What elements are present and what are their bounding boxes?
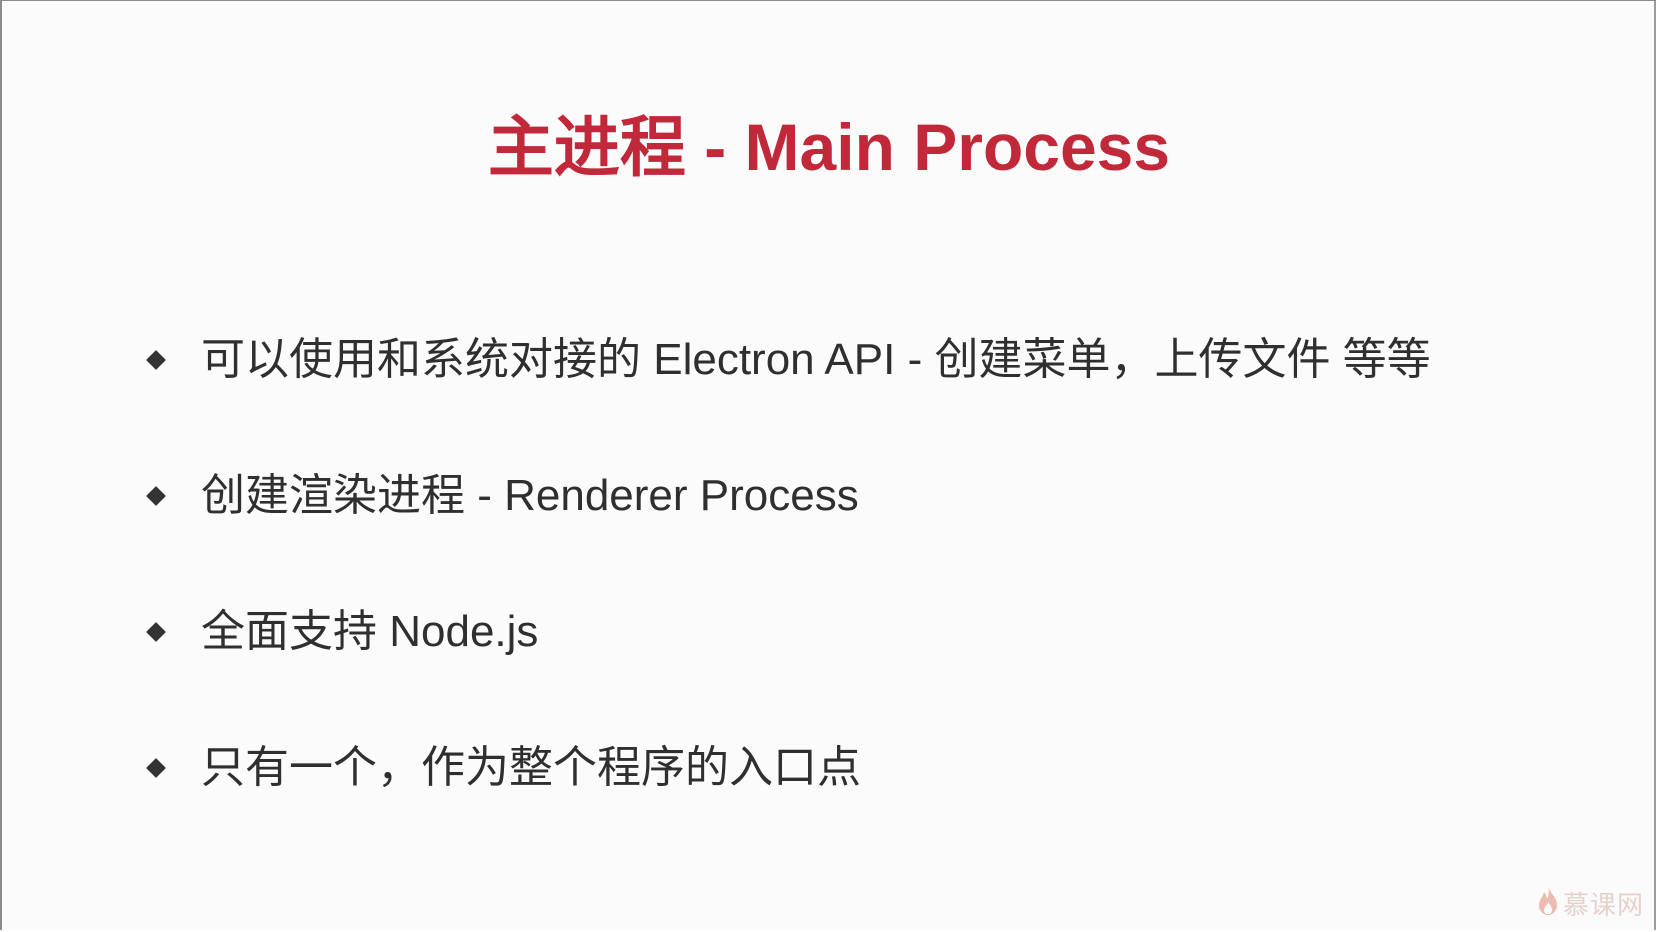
bullet-item: 全面支持 Node.js bbox=[142, 595, 1582, 731]
watermark-text: 慕课网 bbox=[1562, 891, 1644, 921]
bullet-text: 全面支持 Node.js bbox=[201, 607, 539, 656]
bullet-item: 创建渲染进程 - Renderer Process bbox=[142, 459, 1582, 595]
slide: 主进程 - Main Process 可以使用和系统对接的 Electron A… bbox=[0, 0, 1656, 930]
diamond-bullet-icon bbox=[146, 350, 166, 370]
bullet-text: 创建渲染进程 - Renderer Process bbox=[201, 471, 859, 520]
slide-title: 主进程 - Main Process bbox=[487, 110, 1171, 184]
watermark-logo: 慕课网 bbox=[1537, 885, 1644, 922]
bullet-item: 只有一个，作为整个程序的入口点 bbox=[142, 731, 1582, 867]
diamond-bullet-icon bbox=[146, 758, 166, 778]
bullet-text: 只有一个，作为整个程序的入口点 bbox=[201, 743, 861, 792]
flame-icon bbox=[1537, 886, 1563, 921]
bullet-text: 可以使用和系统对接的 Electron API - 创建菜单，上传文件 等等 bbox=[201, 335, 1431, 384]
diamond-bullet-icon bbox=[146, 486, 166, 506]
bullet-item: 可以使用和系统对接的 Electron API - 创建菜单，上传文件 等等 bbox=[142, 323, 1582, 459]
bullet-list: 可以使用和系统对接的 Electron API - 创建菜单，上传文件 等等 创… bbox=[142, 323, 1582, 867]
diamond-bullet-icon bbox=[146, 622, 166, 642]
